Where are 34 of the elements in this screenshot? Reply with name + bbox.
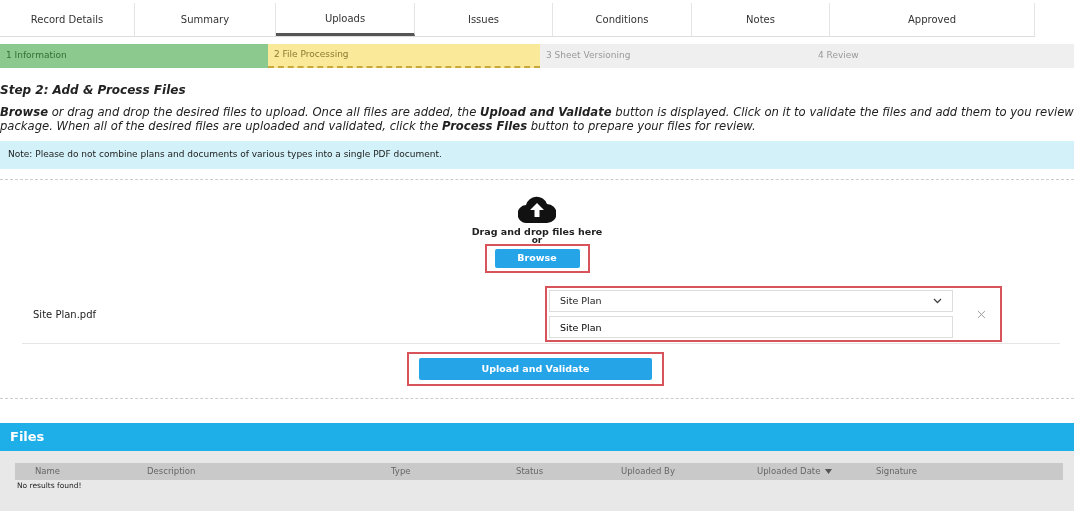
column-label: Signature — [876, 465, 917, 478]
column-label: Description — [147, 465, 196, 478]
column-header[interactable]: Description — [147, 465, 391, 478]
wizard-step[interactable]: 3 Sheet Versioning — [540, 44, 812, 68]
column-label: Name — [35, 465, 61, 478]
dropzone-text: Drag and drop files here — [471, 226, 603, 237]
step-heading: Step 2: Add & Process Files — [0, 82, 187, 99]
files-header: Files — [0, 423, 1074, 451]
tab[interactable]: Uploads — [276, 3, 415, 36]
instructions-text: Browse or drag and drop the desired files to upload. Once all files are added, the Upload and Validate button is displayed. Click on it to validate the files and add them to you review package. When all of the desired files are uploaded and validated, click the Process Files button to prepare your files for review. — [0, 105, 1074, 133]
wizard-step[interactable]: 4 Review — [812, 44, 1074, 68]
column-header[interactable]: Status — [516, 465, 621, 478]
browse-button[interactable]: Browse — [494, 249, 580, 268]
description-field[interactable]: Site Plan — [549, 316, 954, 338]
cloud-upload-icon — [518, 196, 556, 223]
column-header[interactable]: Uploaded Date — [757, 465, 876, 478]
chevron-down-icon — [933, 298, 943, 304]
column-header[interactable]: Signature — [876, 465, 1043, 478]
type-select[interactable]: Site Plan — [549, 290, 954, 312]
select-value: Site Plan — [560, 293, 602, 308]
column-label: Uploaded By — [621, 465, 675, 478]
upload-validate-button[interactable]: Upload and Validate — [419, 358, 652, 380]
column-header[interactable]: Name — [15, 465, 147, 478]
close-icon[interactable] — [977, 309, 986, 319]
column-header[interactable]: Uploaded By — [621, 465, 757, 478]
column-header[interactable]: Type — [391, 465, 516, 478]
column-label: Status — [516, 465, 544, 478]
note-alert: Note: Please do not combine plans and documents of various types into a single PDF document. — [0, 141, 1074, 169]
wizard-step[interactable]: 1 Information — [0, 44, 268, 68]
column-label: Uploaded Date — [757, 465, 821, 478]
column-label: Type — [391, 465, 411, 478]
file-name: Site Plan.pdf — [32, 307, 98, 322]
wizard-step[interactable]: 2 File Processing — [268, 44, 540, 68]
or-text: or — [531, 237, 543, 244]
